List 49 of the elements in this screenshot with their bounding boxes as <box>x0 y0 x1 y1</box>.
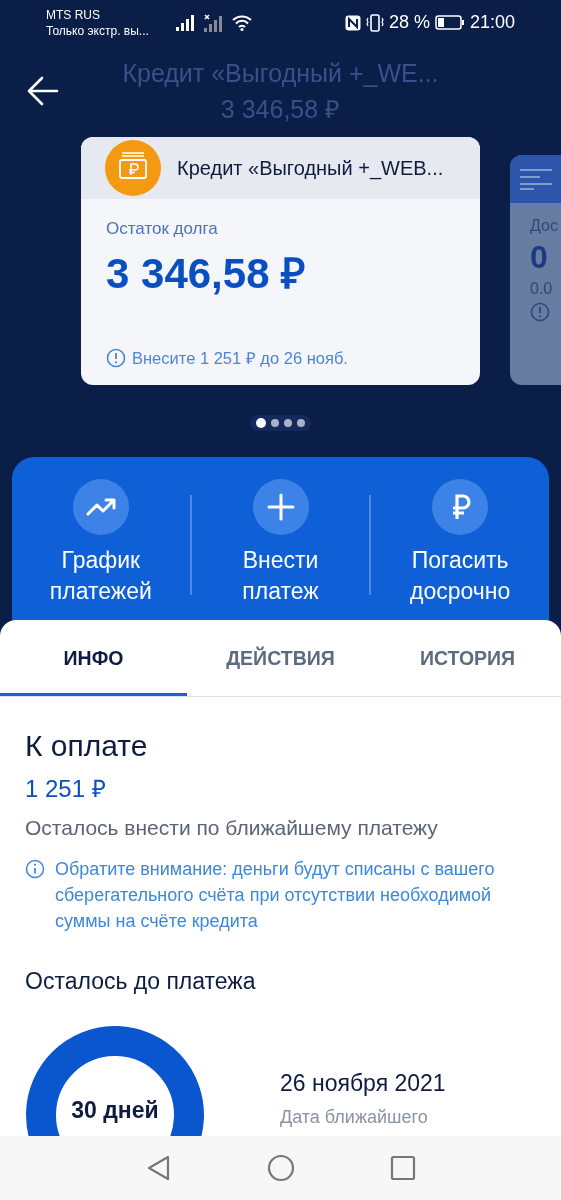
info-icon <box>106 347 126 368</box>
carrier-status: Только экстр. вы... <box>46 22 150 39</box>
lines-icon <box>520 168 552 190</box>
trend-up-icon <box>72 479 129 535</box>
wifi-icon <box>232 14 252 31</box>
clock-time: 21:00 <box>469 12 515 33</box>
debt-amount: 3 346,58 ₽ <box>106 249 307 299</box>
page-dot[interactable] <box>271 419 279 427</box>
debt-label: Остаток долга <box>106 219 219 239</box>
payment-caption: Осталось внести по ближайшему платежу <box>25 816 439 840</box>
back-arrow-icon <box>26 74 60 108</box>
card-amount: 0 <box>530 239 549 276</box>
home-nav-button[interactable] <box>265 1153 296 1183</box>
plus-icon <box>252 479 309 535</box>
tab[interactable]: ДЕЙСТВИЯ <box>187 620 374 696</box>
back-button[interactable] <box>26 74 60 108</box>
tab[interactable]: ИСТОРИЯ <box>374 620 561 696</box>
action-button[interactable]: Внести платеж <box>191 479 370 607</box>
signal-icon <box>176 14 194 31</box>
ruble-icon <box>432 479 489 535</box>
page-dot[interactable] <box>297 419 305 427</box>
no-signal-icon <box>204 13 222 32</box>
info-icon <box>530 302 550 322</box>
date-label: Дата ближайшего <box>280 1107 429 1128</box>
page-dot[interactable] <box>284 419 292 427</box>
info-icon <box>25 859 45 879</box>
vibrate-icon <box>365 13 384 32</box>
header-amount: 3 346,58 ₽ <box>220 94 341 125</box>
card-subamount: 0.0 <box>530 280 554 298</box>
payment-date: 26 ноября 2021 <box>280 1070 446 1097</box>
payment-amount: 1 251 ₽ <box>25 774 107 804</box>
carrier-name: MTS RUS <box>46 6 101 23</box>
header-title: Кредит «Выгодный +_WE... <box>122 58 439 89</box>
loan-card[interactable]: Кредит «Выгодный +_WEB... Остаток долга 3 346,58 ₽ Внесите 1 251 ₽ до 26 нояб. <box>81 137 480 385</box>
section-title: Осталось до платежа <box>25 968 257 995</box>
wallet-ruble-icon <box>105 140 161 196</box>
notice-text: Обратите внимание: деньги будут списаны с вашего сберегательного счёта при отсутствии необходимой суммы на счёте кредита <box>55 858 496 933</box>
battery-percent: 28 % <box>388 12 430 33</box>
loan-title: Кредит «Выгодный +_WEB... <box>177 156 444 180</box>
payment-notice: Внесите 1 251 ₽ до 26 нояб. <box>132 348 348 369</box>
page-dot[interactable] <box>256 418 266 428</box>
tab[interactable]: ИНФО <box>0 620 187 696</box>
card-label: Дос <box>530 217 559 235</box>
section-title: К оплате <box>25 729 149 763</box>
action-button[interactable]: Погасить досрочно <box>371 479 549 607</box>
battery-icon <box>434 15 465 30</box>
days-left: 30 дней <box>70 1097 160 1124</box>
action-button[interactable]: График платежей <box>12 479 190 607</box>
nfc-icon <box>344 14 361 31</box>
